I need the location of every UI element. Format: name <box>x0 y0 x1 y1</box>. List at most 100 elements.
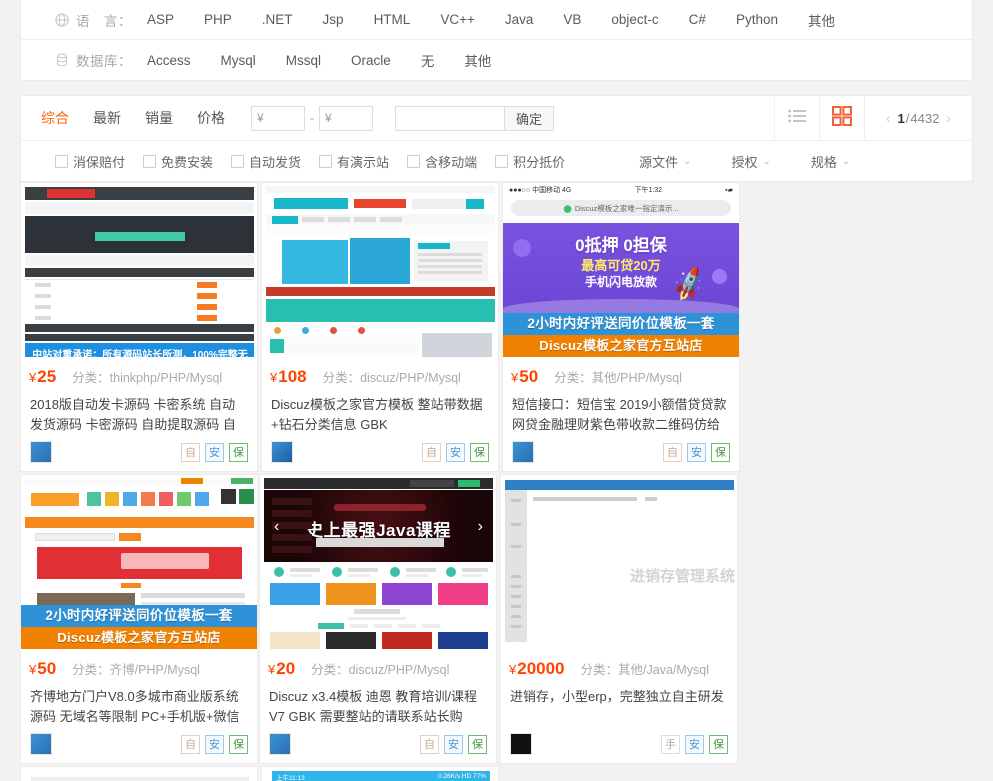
checkbox-mobile-included[interactable]: 含移动端 <box>407 152 477 171</box>
chevron-left-icon: ‹ <box>274 518 280 535</box>
checkbox-has-demo[interactable]: 有演示站 <box>319 152 389 171</box>
checkbox-box[interactable] <box>143 154 157 168</box>
sort-sales[interactable]: 销量 <box>145 108 173 128</box>
filter-options-database: Access Mysql Mssql Oracle 无 其他 <box>147 50 521 70</box>
filter-option-vb[interactable]: VB <box>563 12 581 27</box>
price-min-input[interactable]: ¥ <box>251 105 305 131</box>
filter-option-asp[interactable]: ASP <box>147 12 174 27</box>
currency-symbol: ¥ <box>511 370 519 385</box>
checkbox-box[interactable] <box>407 154 421 168</box>
filter-option-other-db[interactable]: 其他 <box>464 50 491 70</box>
seller-avatar[interactable] <box>269 733 291 755</box>
checkbox-box[interactable] <box>495 154 509 168</box>
product-card[interactable]: 中站对重承诺：所有源码站长所测，100%完整无错 ¥25 分类：thinkphp… <box>20 182 258 472</box>
filter-option-other-lang[interactable]: 其他 <box>808 10 835 30</box>
tag-guarantee: 保 <box>711 442 730 462</box>
checkbox-free-install[interactable]: 免费安装 <box>143 152 213 171</box>
filter-option-access[interactable]: Access <box>147 53 191 68</box>
price-max-input[interactable]: ¥ <box>319 105 373 131</box>
tag-auto-delivery: 自 <box>181 734 200 754</box>
product-price: ¥20000 <box>509 659 565 679</box>
grid-view-button[interactable] <box>818 95 864 141</box>
filter-option-jsp[interactable]: Jsp <box>323 12 344 27</box>
price-line: ¥20 分类：discuz/PHP/Mysql <box>260 649 496 683</box>
pagination-total: 4432 <box>910 110 940 126</box>
checkbox-label: 免费安装 <box>161 154 214 170</box>
product-card[interactable]: 进销存管理系统 ¥20000 分类：其他/Java/Mysql 进销存，小型er… <box>500 474 738 764</box>
dropdown-source-file[interactable]: 源文件 ⌄ <box>639 152 691 171</box>
product-title[interactable]: 2018版自动发卡源码 卡密系统 自动发货源码 卡密源码 自助提取源码 自动发卡 <box>21 391 257 435</box>
product-thumbnail[interactable]: 2小时内好评送同价位模板一套 Discuz模板之家官方互站店 <box>21 475 257 649</box>
product-thumbnail[interactable] <box>262 183 498 357</box>
filter-option-vcpp[interactable]: VC++ <box>440 12 475 27</box>
filter-option-none[interactable]: 无 <box>421 50 435 70</box>
product-title[interactable]: Discuz x3.4模板 迪恩 教育培训/课程V7 GBK 需要整站的请联系站… <box>260 683 496 727</box>
sort-newest[interactable]: 最新 <box>93 108 121 128</box>
product-title[interactable]: Discuz模板之家官方模板 整站带数据+钻石分类信息 GBK <box>262 391 498 435</box>
filter-option-csharp[interactable]: C# <box>689 12 706 27</box>
seller-avatar[interactable] <box>271 441 293 463</box>
tag-auto-delivery: 自 <box>181 442 200 462</box>
keyword-input-wrap[interactable] <box>395 105 505 131</box>
chevron-right-icon[interactable]: › <box>939 110 958 126</box>
product-thumbnail[interactable]: ●●●○○ 中国移动 4G 下午1:32 ▪▰ ⬤ Discuz模板之家唯一指定… <box>503 183 739 357</box>
seller-avatar[interactable] <box>510 733 532 755</box>
checkbox-box[interactable] <box>319 154 333 168</box>
price-value: 20000 <box>517 659 565 678</box>
sort-price[interactable]: 价格 <box>197 108 225 128</box>
card-footer: 自 安 保 <box>260 727 496 763</box>
product-thumbnail[interactable]: 进销存管理系统 <box>501 475 737 649</box>
database-icon <box>55 53 69 67</box>
checkbox-insurance-compensation[interactable]: 消保赔付 <box>55 152 125 171</box>
product-title[interactable]: 齐博地方门户V8.0多城市商业版系统源码 无域名等限制 PC+手机版+微信三网 <box>21 683 257 727</box>
keyword-input[interactable] <box>396 106 504 130</box>
price-value: 25 <box>37 367 57 386</box>
product-card[interactable]: 金额 ¥ 微信H5 微信扫码 支付宝扫码 <box>20 766 258 781</box>
product-card[interactable]: 2小时内好评送同价位模板一套 Discuz模板之家官方互站店 ¥50 分类：齐博… <box>20 474 258 764</box>
confirm-button[interactable]: 确定 <box>505 105 555 131</box>
product-thumbnail[interactable]: 中站对重承诺：所有源码站长所测，100%完整无错 <box>21 183 257 357</box>
filter-option-objectc[interactable]: object-c <box>611 12 658 27</box>
grid-view-icon <box>831 105 852 131</box>
product-card[interactable]: 上午11:13 0.26K/s HD 77% 好友 + ☻ 新的朋友 <box>261 766 499 781</box>
phone-carrier: ●●●○○ 中国移动 4G <box>509 187 572 194</box>
seller-avatar[interactable] <box>30 441 52 463</box>
dropdown-license[interactable]: 授权 ⌄ <box>732 152 771 171</box>
product-title[interactable]: 进销存，小型erp，完整独立自主研发 <box>501 683 737 727</box>
thumb-discuz-forum <box>262 183 498 357</box>
checkbox-auto-delivery[interactable]: 自动发货 <box>231 152 301 171</box>
product-title[interactable]: 短信接口：短信宝 2019小额借贷贷款网贷金融理财紫色带收款二维码仿给你花 <box>503 391 739 435</box>
card-footer: 自 安 保 <box>262 435 498 471</box>
filter-option-oracle[interactable]: Oracle <box>351 53 391 68</box>
tag-secure: 安 <box>205 442 224 462</box>
price-range-filter: ¥ - ¥ 确定 <box>251 105 555 131</box>
product-card[interactable]: ●●●○○ 中国移动 4G 下午1:32 ▪▰ ⬤ Discuz模板之家唯一指定… <box>502 182 740 472</box>
seller-avatar[interactable] <box>512 441 534 463</box>
price-value: 20 <box>276 659 296 678</box>
filter-options-language: ASP PHP .NET Jsp HTML VC++ Java VB objec… <box>147 10 865 30</box>
tag-auto-delivery: 自 <box>663 442 682 462</box>
product-thumbnail[interactable]: 上午11:13 0.26K/s HD 77% 好友 + ☻ 新的朋友 <box>262 767 498 781</box>
sort-comprehensive[interactable]: 综合 <box>41 108 69 128</box>
filter-option-html[interactable]: HTML <box>374 12 411 27</box>
product-card[interactable]: ¥108 分类：discuz/PHP/Mysql Discuz模板之家官方模板 … <box>261 182 499 472</box>
seller-avatar[interactable] <box>30 733 52 755</box>
filter-option-php[interactable]: PHP <box>204 12 232 27</box>
product-tags: 自 安 保 <box>420 734 487 754</box>
checkbox-points-discount[interactable]: 积分抵价 <box>495 152 565 171</box>
checkbox-box[interactable] <box>55 154 68 168</box>
filter-option-mysql[interactable]: Mysql <box>221 53 256 68</box>
filter-option-java[interactable]: Java <box>505 12 534 27</box>
filter-option-python[interactable]: Python <box>736 12 778 27</box>
product-thumbnail[interactable]: 金额 ¥ 微信H5 微信扫码 支付宝扫码 <box>21 767 257 781</box>
list-view-button[interactable] <box>773 95 819 141</box>
price-line: ¥20000 分类：其他/Java/Mysql <box>501 649 737 683</box>
checkbox-box[interactable] <box>231 154 245 168</box>
filter-option-mssql[interactable]: Mssql <box>286 53 321 68</box>
filter-label-text: 数据库： <box>76 54 132 69</box>
chevron-left-icon[interactable]: ‹ <box>879 110 898 126</box>
product-thumbnail[interactable]: 史上最强Java课程 ‹ › <box>260 475 496 649</box>
filter-option-net[interactable]: .NET <box>262 12 293 27</box>
product-card[interactable]: 史上最强Java课程 ‹ › ¥20 分类：discuz/PHP/Mysql D… <box>259 474 497 764</box>
dropdown-spec[interactable]: 规格 ⌄ <box>811 152 850 171</box>
